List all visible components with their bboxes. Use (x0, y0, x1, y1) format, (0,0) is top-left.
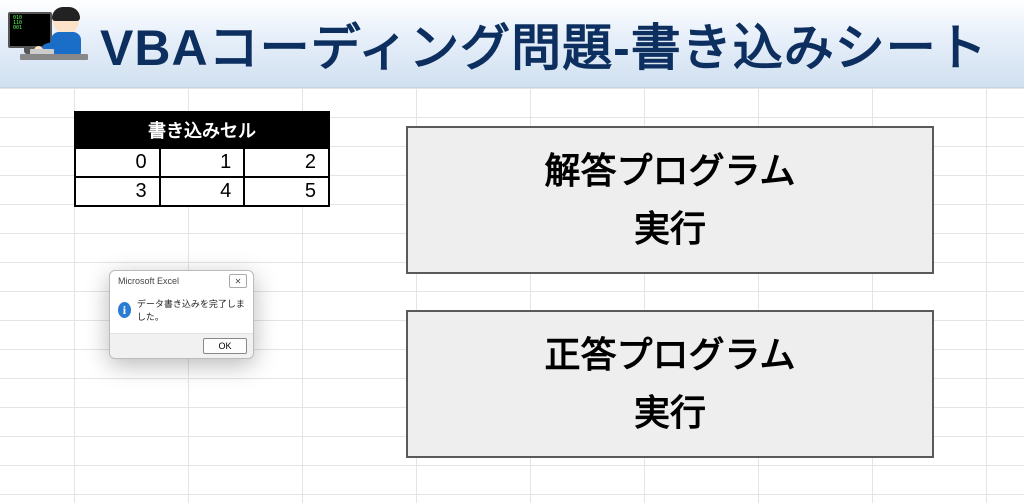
header-avatar-illustration: 010110001 (8, 8, 88, 80)
button-label-line2: 実行 (634, 384, 706, 442)
message-box-dialog[interactable]: Microsoft Excel ✕ i データ書き込みを完了しました。 OK (109, 270, 254, 359)
info-icon: i (118, 302, 131, 318)
table-row: 3 4 5 (75, 177, 329, 206)
table-cell[interactable]: 2 (244, 148, 329, 177)
button-label-line1: 解答プログラム (545, 142, 796, 200)
table-cell[interactable]: 0 (75, 148, 160, 177)
write-cells-table: 書き込みセル 0 1 2 3 4 5 (74, 111, 330, 207)
run-answer-program-button[interactable]: 解答プログラム 実行 (406, 126, 934, 274)
spreadsheet-area[interactable]: 書き込みセル 0 1 2 3 4 5 解答プログラム 実行 正答プログラム 実行… (0, 88, 1024, 503)
button-label-line1: 正答プログラム (545, 326, 796, 384)
message-box-titlebar[interactable]: Microsoft Excel ✕ (110, 271, 253, 291)
message-box-footer: OK (110, 333, 253, 358)
message-box-body: i データ書き込みを完了しました。 (110, 291, 253, 333)
table-cell[interactable]: 5 (244, 177, 329, 206)
button-label-line2: 実行 (634, 200, 706, 258)
message-box-text: データ書き込みを完了しました。 (137, 297, 245, 323)
table-row: 0 1 2 (75, 148, 329, 177)
message-box-ok-button[interactable]: OK (203, 338, 247, 354)
run-correct-program-button[interactable]: 正答プログラム 実行 (406, 310, 934, 458)
page-title: VBAコーディング問題-書き込みシート (100, 8, 988, 80)
write-table-header: 書き込みセル (75, 112, 329, 148)
message-box-title: Microsoft Excel (118, 276, 179, 286)
page-header: 010110001 VBAコーディング問題-書き込みシート (0, 0, 1024, 88)
table-cell[interactable]: 3 (75, 177, 160, 206)
close-icon[interactable]: ✕ (229, 274, 247, 288)
table-cell[interactable]: 1 (160, 148, 245, 177)
table-cell[interactable]: 4 (160, 177, 245, 206)
